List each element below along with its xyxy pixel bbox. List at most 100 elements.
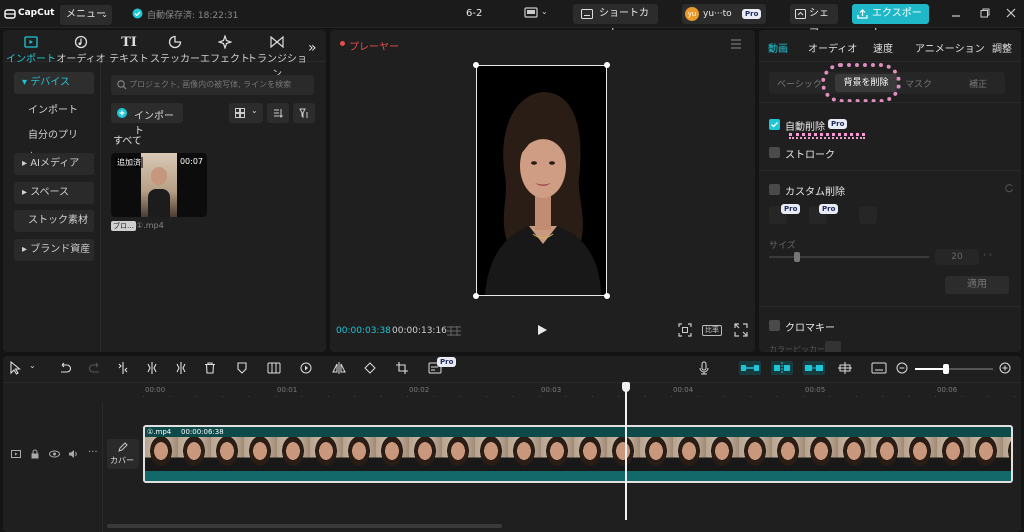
mark-icon[interactable] [236, 362, 248, 374]
layout-chevron-icon[interactable]: ⌄ [541, 7, 548, 16]
timeline-panel: ⌄ Pro 00:00 00:01 00:02 00:03 00:04 00:0… [3, 356, 1021, 532]
chroma-key-checkbox[interactable] [769, 320, 780, 331]
delete-icon[interactable] [204, 362, 216, 374]
timeline-scrollbar[interactable] [107, 524, 502, 528]
media-clip[interactable]: 追加済 00:07 [111, 153, 207, 217]
resize-handle[interactable] [473, 62, 479, 68]
cover-button[interactable]: カバー [107, 439, 139, 469]
stroke-checkbox[interactable] [769, 147, 780, 158]
crop-fit-icon[interactable] [678, 323, 692, 337]
restore-icon[interactable] [980, 8, 990, 18]
resize-handle[interactable] [604, 62, 610, 68]
playhead[interactable] [625, 384, 627, 520]
chevron-down-icon[interactable]: ⌄ [29, 361, 36, 370]
import-button[interactable]: インポート [111, 103, 183, 137]
auto-remove-checkbox[interactable] [769, 119, 780, 130]
sidebar-item-brand[interactable]: ▸ ブランド資産 [14, 239, 94, 261]
tab-text[interactable]: TI テキスト [103, 34, 155, 66]
zoom-out-icon[interactable] [896, 362, 908, 374]
sidebar-item-import[interactable]: インポート [14, 100, 94, 122]
auto-remove-label: 自動削除 [785, 122, 825, 133]
timecode-grid-icon[interactable] [446, 325, 462, 337]
search-field[interactable]: プロジェクト, 画像内の被写体, ラインを検索 [111, 75, 314, 95]
tab-import[interactable]: インポート [5, 34, 57, 65]
preview-axis-icon[interactable] [837, 361, 853, 375]
tab-sticker[interactable]: ステッカー [149, 34, 201, 65]
divider [759, 102, 1021, 103]
tab-audio[interactable]: オーディオ [808, 40, 857, 55]
stepper-icon[interactable]: ‹ › [983, 250, 992, 259]
reverse-icon[interactable] [300, 362, 312, 374]
split-left-icon[interactable] [146, 362, 158, 374]
sort-button[interactable] [267, 103, 289, 123]
subtab-mask[interactable]: マスク [905, 77, 932, 90]
redo-icon[interactable] [88, 362, 102, 374]
size-slider-handle[interactable] [794, 252, 800, 262]
time-ruler[interactable]: 00:00 00:01 00:02 00:03 00:04 00:05 00:0… [143, 384, 1021, 398]
sidebar-item-space[interactable]: ▸ スペース [14, 182, 94, 204]
tab-video[interactable]: 動画 [768, 40, 788, 55]
tab-effects[interactable]: エフェクト [199, 34, 251, 65]
sidebar-item-stock[interactable]: ストック素材 [14, 210, 94, 232]
video-clip[interactable]: ①.mp4 00:00:06:38 [143, 425, 1013, 483]
play-icon[interactable] [536, 324, 548, 336]
size-slider[interactable] [769, 256, 929, 258]
export-button[interactable]: エクスポート [852, 4, 929, 39]
caption-preview-icon[interactable] [871, 361, 887, 375]
ratio-button[interactable]: 比率 [702, 325, 722, 336]
tab-audio[interactable]: オーディオ [55, 34, 107, 65]
track-video-icon[interactable] [11, 449, 21, 459]
microphone-icon[interactable] [698, 361, 710, 375]
mirror-icon[interactable] [332, 362, 346, 374]
fullscreen-icon[interactable] [734, 323, 748, 337]
close-icon[interactable] [1006, 8, 1016, 18]
layout-icon[interactable] [524, 7, 538, 19]
split-icon[interactable] [117, 362, 129, 374]
playhead-handle[interactable] [622, 382, 630, 392]
resize-handle[interactable] [604, 293, 610, 299]
shortcut-button[interactable]: ショートカット [573, 4, 658, 39]
volume-icon[interactable] [68, 449, 79, 459]
rotate-icon[interactable] [364, 362, 376, 374]
more-tabs-icon[interactable]: » [308, 40, 317, 56]
apply-button[interactable]: 適用 [945, 276, 1009, 294]
project-name[interactable]: 6-2 [466, 8, 482, 19]
sidebar-item-device[interactable]: ▾ デバイス [14, 72, 94, 94]
crop-icon[interactable] [396, 362, 408, 374]
zoom-in-icon[interactable] [999, 362, 1011, 374]
sidebar-item-presets[interactable]: 自分のプリセ… [14, 125, 94, 163]
split-right-icon[interactable] [175, 362, 187, 374]
tab-animation[interactable]: アニメーション [915, 40, 985, 55]
auto-snap-icon[interactable] [771, 361, 793, 375]
size-input[interactable]: 20 [935, 249, 979, 265]
main-track-magnet-icon[interactable] [739, 361, 761, 375]
color-picker-swatch[interactable] [825, 341, 841, 352]
tab-speed[interactable]: 速度 [873, 40, 893, 55]
linkage-icon[interactable] [803, 361, 825, 375]
tab-transition[interactable]: トランジション [247, 34, 307, 80]
freeze-icon[interactable] [267, 362, 281, 374]
visibility-icon[interactable] [49, 449, 60, 459]
sidebar-item-ai-media[interactable]: ▸ AIメディア [14, 153, 94, 175]
subtab-basic[interactable]: ベーシック [777, 77, 822, 90]
lock-icon[interactable] [30, 449, 40, 459]
zoom-slider-handle[interactable] [943, 364, 949, 374]
view-mode-button[interactable]: ⌄ [229, 103, 263, 123]
more-options-icon[interactable]: ··· [88, 447, 98, 458]
capcut-logo-icon [4, 8, 16, 20]
subtab-correction[interactable]: 補正 [969, 77, 987, 90]
menu-button[interactable]: メニュー ⌄ [60, 5, 112, 25]
share-button[interactable]: シェア [790, 4, 838, 39]
undo-icon[interactable] [58, 362, 72, 374]
player-menu-icon[interactable] [730, 39, 742, 49]
minimize-icon[interactable] [951, 8, 961, 18]
custom-remove-checkbox[interactable] [769, 184, 780, 195]
resize-handle[interactable] [473, 293, 479, 299]
select-tool-icon[interactable] [9, 361, 21, 375]
reset-tool[interactable] [859, 206, 877, 224]
tab-adjust[interactable]: 調整 [992, 40, 1012, 55]
video-preview[interactable] [476, 65, 607, 296]
filter-button[interactable] [293, 103, 315, 123]
reset-icon[interactable] [1004, 183, 1014, 193]
user-button[interactable]: yu yu···to Pro [682, 4, 766, 24]
